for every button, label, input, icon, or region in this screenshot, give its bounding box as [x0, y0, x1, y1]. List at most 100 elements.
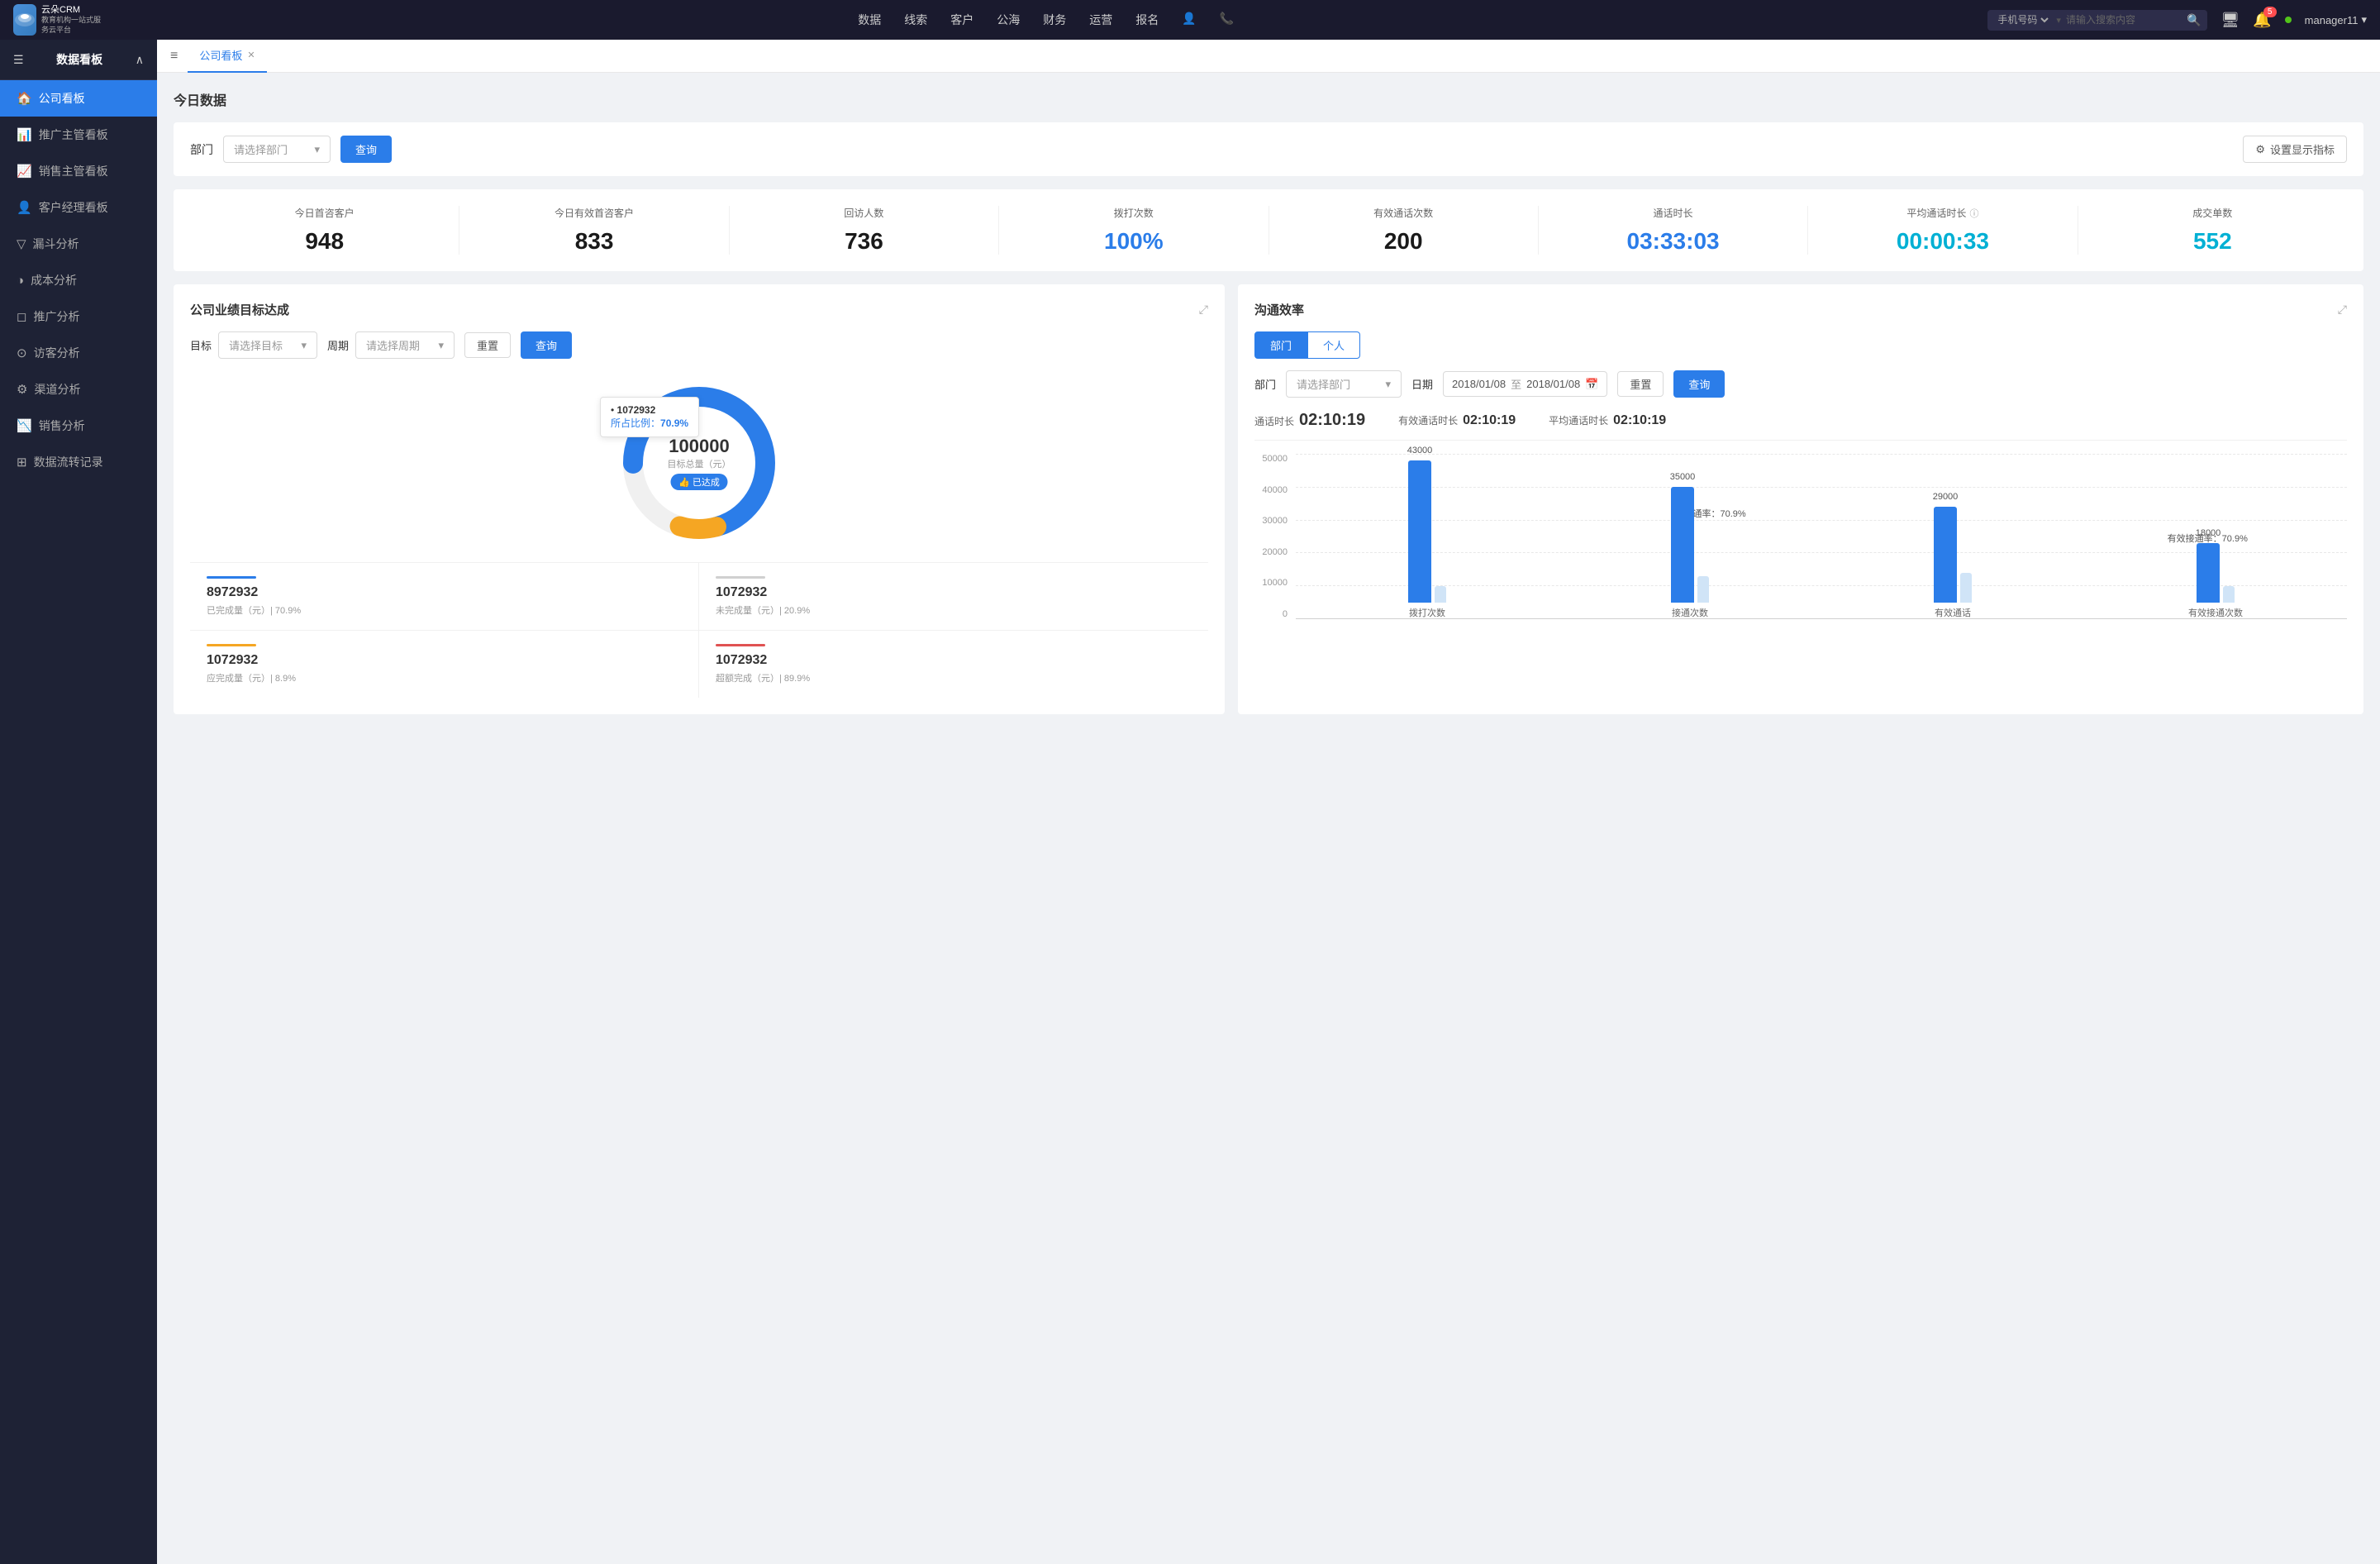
- tablet-icon[interactable]: 🖥: [2221, 12, 2240, 29]
- uncompleted-bar: [716, 576, 765, 579]
- content-area: ≡ 公司看板 ✕ 今日数据 部门 请选择部门 ▾ 查询 ⚙: [157, 40, 2380, 1564]
- settings-display-button[interactable]: ⚙ 设置显示指标: [2243, 136, 2347, 163]
- comm-panel-expand-icon[interactable]: ⤢: [2338, 303, 2347, 317]
- bar-x-label-connect: 接通次数: [1672, 606, 1708, 619]
- goal-reset-button[interactable]: 重置: [464, 332, 511, 358]
- comm-tab-dept[interactable]: 部门: [1254, 331, 1307, 359]
- settings-label: 设置显示指标: [2270, 141, 2335, 157]
- comm-panel: 沟通效率 ⤢ 部门 个人 部门 请选择部门 ▾ 日期: [1238, 284, 2363, 714]
- bar-eff-connect-secondary: [2223, 586, 2235, 603]
- goal-panel-expand-icon[interactable]: ⤢: [1199, 303, 1208, 317]
- comm-summary: 通话时长 02:10:19 有效通话时长 02:10:19 平均通话时长 02:…: [1254, 411, 2347, 441]
- nav-leads[interactable]: 线索: [904, 8, 927, 31]
- tab-bar: ≡ 公司看板 ✕: [157, 40, 2380, 73]
- search-input[interactable]: [2066, 14, 2182, 26]
- stat-value-call-duration: 03:33:03: [1539, 228, 1807, 255]
- filter-left: 部门 请选择部门 ▾ 查询: [190, 136, 392, 163]
- comm-call-duration-label: 通话时长: [1254, 414, 1294, 428]
- sidebar: ☰ 数据看板 ∧ 🏠 公司看板 📊 推广主管看板 📈 销售主管看板 👤 客户经理…: [0, 40, 157, 1564]
- nav-person-icon[interactable]: 👤: [1182, 8, 1196, 31]
- search-icon[interactable]: 🔍: [2187, 13, 2201, 27]
- nav-customers[interactable]: 客户: [950, 8, 973, 31]
- goal-stat-over-complete: 1072932 超额完成（元）| 89.9%: [699, 631, 1208, 698]
- date-to: 2018/01/08: [1526, 378, 1580, 390]
- goal-stat-should-complete: 1072932 应完成量（元）| 8.9%: [190, 631, 699, 698]
- comm-call-duration: 通话时长 02:10:19: [1254, 411, 1365, 430]
- should-complete-value: 1072932: [207, 653, 682, 668]
- comm-effective-duration: 有效通话时长 02:10:19: [1398, 413, 1516, 428]
- donut-chart-wrap: 100000 目标总量（元） 👍 已达成 • 1072932 所占比例：70.9…: [190, 372, 1208, 554]
- sidebar-item-cost[interactable]: ◑ 成本分析: [0, 262, 157, 298]
- comm-reset-button[interactable]: 重置: [1617, 371, 1664, 397]
- nav-finance[interactable]: 财务: [1043, 8, 1066, 31]
- goal-query-button[interactable]: 查询: [521, 331, 572, 359]
- comm-dept-label: 部门: [1254, 376, 1276, 392]
- dept-select[interactable]: 请选择部门 ▾: [223, 136, 331, 163]
- user-dropdown-icon: ▾: [2361, 13, 2367, 26]
- goal-period-arrow: ▾: [439, 339, 445, 352]
- sidebar-item-channel[interactable]: ⚙ 渠道分析: [0, 371, 157, 408]
- stat-label-dial-count: 拨打次数: [999, 206, 1268, 220]
- bar-group-effective: 29000 有效通话: [1821, 454, 2084, 619]
- goal-stats-grid: 8972932 已完成量（元）| 70.9% 1072932 未完成量（元）| …: [190, 562, 1208, 698]
- stat-value-return-visits: 736: [730, 228, 998, 255]
- stat-effective-calls: 有效通话次数 200: [1269, 206, 1539, 255]
- nav-phone-icon[interactable]: 📞: [1220, 8, 1234, 31]
- sidebar-item-label-funnel: 漏斗分析: [33, 236, 79, 252]
- sidebar-item-promotion[interactable]: ◻ 推广分析: [0, 298, 157, 335]
- comm-date-range[interactable]: 2018/01/08 至 2018/01/08 📅: [1443, 371, 1607, 397]
- comm-query-button[interactable]: 查询: [1673, 370, 1725, 398]
- sidebar-item-sales[interactable]: 📉 销售分析: [0, 408, 157, 444]
- sidebar-item-visitor[interactable]: ⊙ 访客分析: [0, 335, 157, 371]
- goal-filters: 目标 请选择目标 ▾ 周期 请选择周期 ▾: [190, 331, 1208, 359]
- bar-effective-main-label: 29000: [1933, 492, 1959, 502]
- calendar-icon: 📅: [1585, 378, 1598, 391]
- sidebar-item-company-board[interactable]: 🏠 公司看板: [0, 80, 157, 117]
- comm-dept-select[interactable]: 请选择部门 ▾: [1286, 370, 1402, 398]
- sidebar-item-sales-manager[interactable]: 📈 销售主管看板: [0, 153, 157, 189]
- stat-deals: 成交单数 552: [2078, 206, 2347, 255]
- goal-target-select[interactable]: 请选择目标 ▾: [218, 331, 317, 359]
- data-flow-icon: ⊞: [17, 455, 27, 470]
- settings-icon: ⚙: [2255, 143, 2265, 156]
- y-label-0: 0: [1254, 609, 1288, 619]
- sidebar-item-funnel[interactable]: ▽ 漏斗分析: [0, 226, 157, 262]
- tab-label: 公司看板: [199, 47, 242, 63]
- nav-signup[interactable]: 报名: [1135, 8, 1159, 31]
- notification-icon[interactable]: 🔔 5: [2253, 12, 2271, 29]
- comm-avg-duration-label: 平均通话时长: [1549, 413, 1608, 427]
- bar-dial-main-wrap: 43000: [1408, 460, 1431, 603]
- query-button[interactable]: 查询: [340, 136, 392, 163]
- y-axis-labels: 50000 40000 30000 20000 10000 0: [1254, 454, 1292, 619]
- bar-dial-main: [1408, 460, 1431, 603]
- stats-row: 今日首咨客户 948 今日有效首咨客户 833 回访人数 736 拨打次数 10…: [174, 189, 2363, 271]
- nav-operations[interactable]: 运营: [1089, 8, 1112, 31]
- goal-stat-completed: 8972932 已完成量（元）| 70.9%: [190, 563, 699, 631]
- y-label-50000: 50000: [1254, 454, 1288, 464]
- user-menu[interactable]: manager11 ▾: [2305, 13, 2367, 26]
- search-type-select[interactable]: 手机号码: [1994, 13, 2051, 26]
- sidebar-item-promotion-manager[interactable]: 📊 推广主管看板: [0, 117, 157, 153]
- comm-tab-individual[interactable]: 个人: [1307, 331, 1360, 359]
- tab-close-icon[interactable]: ✕: [247, 50, 255, 60]
- sidebar-header-icon: ☰: [13, 53, 24, 67]
- should-complete-label: 应完成量（元）| 8.9%: [207, 671, 682, 684]
- sidebar-header[interactable]: ☰ 数据看板 ∧: [0, 40, 157, 80]
- nav-data[interactable]: 数据: [858, 8, 881, 31]
- bar-effective-secondary: [1960, 573, 1972, 603]
- sidebar-item-data-flow[interactable]: ⊞ 数据流转记录: [0, 444, 157, 480]
- donut-chart: 100000 目标总量（元） 👍 已达成 • 1072932 所占比例：70.9…: [608, 372, 790, 554]
- donut-tooltip: • 1072932 所占比例：70.9%: [600, 397, 699, 437]
- tab-bar-toggle[interactable]: ≡: [170, 49, 178, 64]
- completed-label: 已完成量（元）| 70.9%: [207, 603, 682, 617]
- sidebar-item-label-visitor: 访客分析: [34, 345, 80, 361]
- tab-company-board[interactable]: 公司看板 ✕: [188, 40, 266, 73]
- stat-value-avg-duration: 00:00:33: [1808, 228, 2077, 255]
- sidebar-item-label-promotion: 推广分析: [33, 308, 79, 325]
- sidebar-item-account-manager[interactable]: 👤 客户经理看板: [0, 189, 157, 226]
- goal-period-select[interactable]: 请选择周期 ▾: [355, 331, 455, 359]
- sidebar-item-label-account-manager: 客户经理看板: [39, 199, 108, 216]
- promotion-manager-icon: 📊: [17, 127, 32, 142]
- nav-sea[interactable]: 公海: [997, 8, 1020, 31]
- goal-target-filter: 目标 请选择目标 ▾: [190, 331, 317, 359]
